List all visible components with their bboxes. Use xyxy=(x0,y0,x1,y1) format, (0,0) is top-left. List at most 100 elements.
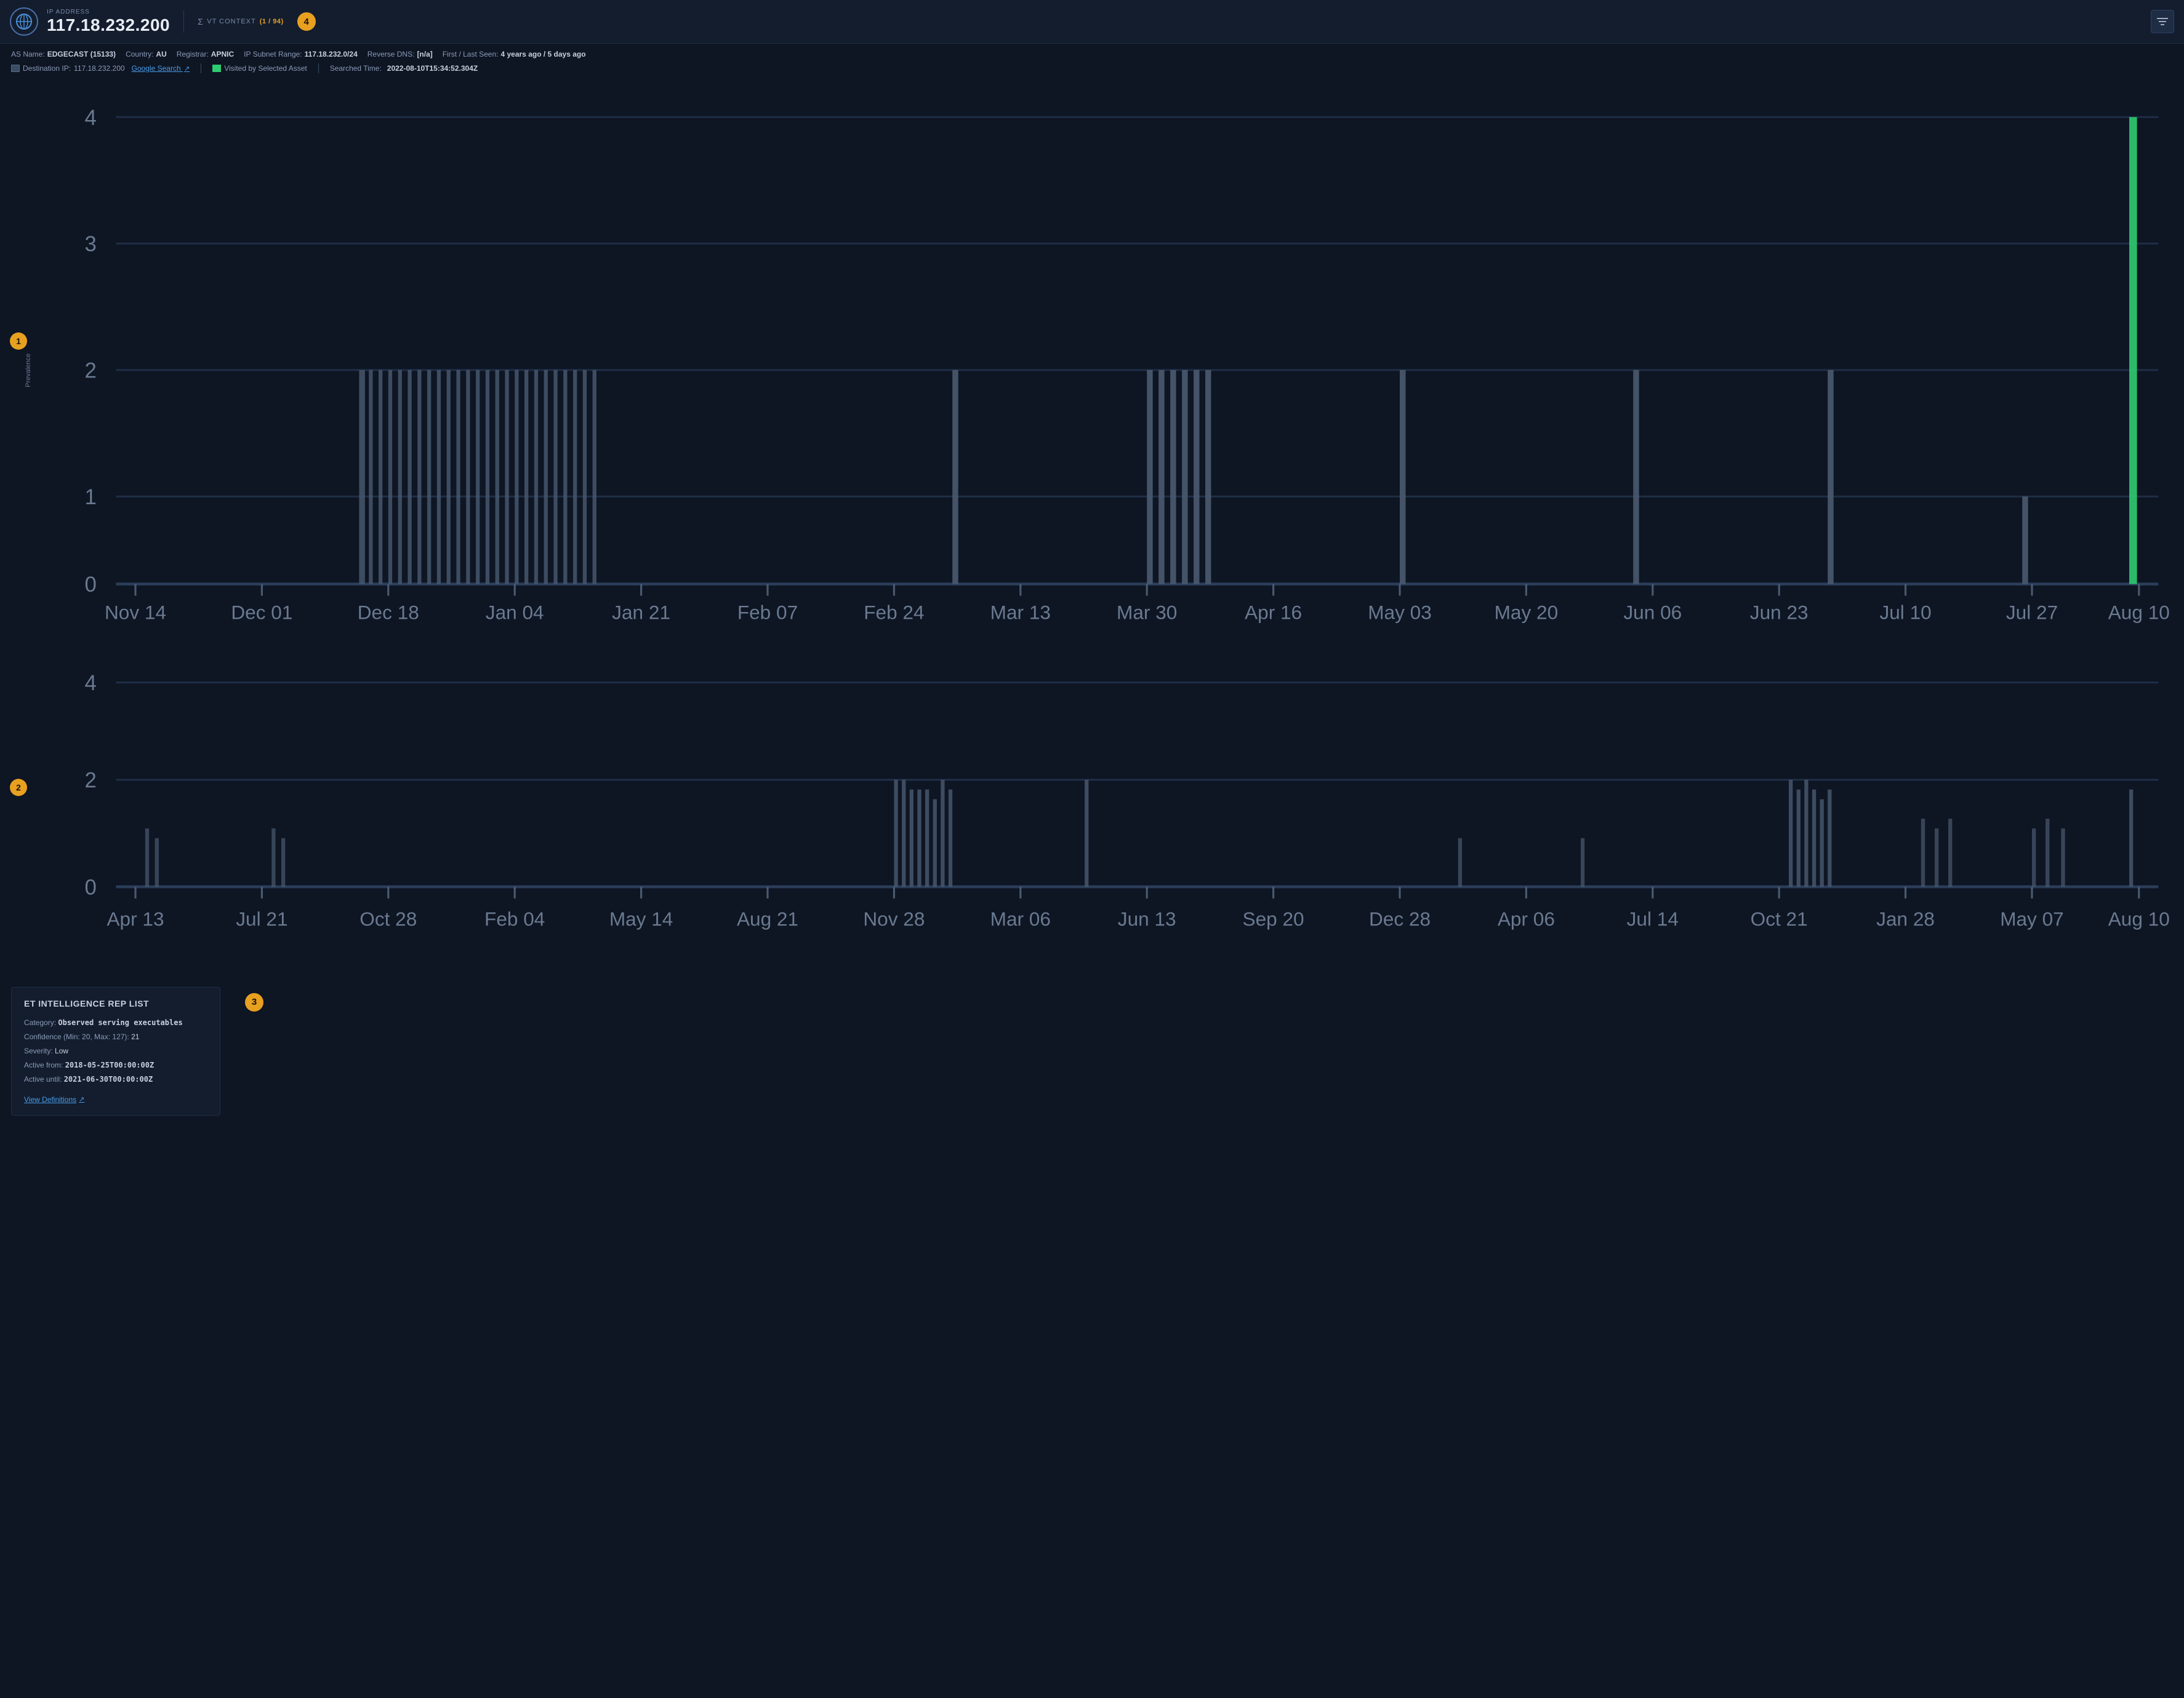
svg-text:Jun 13: Jun 13 xyxy=(1118,908,1176,930)
registrar-label: Registrar: xyxy=(177,50,209,58)
visited-legend: Visited by Selected Asset xyxy=(212,64,307,73)
as-name-label: AS Name: xyxy=(11,50,45,58)
dest-ip-legend: Destination IP: 117.18.232.200 Google Se… xyxy=(11,64,190,73)
visited-box xyxy=(212,65,221,72)
searched-label: Searched Time: xyxy=(330,64,382,73)
svg-text:1: 1 xyxy=(84,486,96,509)
svg-text:Jan 28: Jan 28 xyxy=(1876,908,1935,930)
svg-text:Jun 06: Jun 06 xyxy=(1623,601,1682,623)
country-value: AU xyxy=(156,50,166,58)
svg-text:0: 0 xyxy=(84,876,96,899)
dest-ip-legend-label: Destination IP: xyxy=(23,64,71,73)
svg-text:2: 2 xyxy=(84,360,96,383)
seen-value: 4 years ago / 5 days ago xyxy=(500,50,585,58)
searched-time-legend: Searched Time: 2022-08-10T15:34:52.304Z xyxy=(330,64,478,73)
intel-active-until: Active until: 2021-06-30T00:00:00Z xyxy=(24,1074,207,1085)
svg-text:Feb 24: Feb 24 xyxy=(864,601,924,623)
chart2-svg: 4 2 0 xyxy=(38,663,2178,975)
header-text: IP ADDRESS 117.18.232.200 xyxy=(47,9,170,35)
badge-1[interactable]: 1 xyxy=(10,332,27,350)
sigma-icon: Σ xyxy=(198,17,203,26)
svg-text:May 14: May 14 xyxy=(609,908,673,930)
header-divider xyxy=(183,10,184,33)
svg-text:Apr 06: Apr 06 xyxy=(1498,908,1555,930)
svg-text:Jan 21: Jan 21 xyxy=(612,601,670,623)
svg-text:Mar 06: Mar 06 xyxy=(990,908,1051,930)
badge-4[interactable]: 4 xyxy=(297,12,316,31)
intel-card: ET INTELLIGENCE REP LIST Category: Obser… xyxy=(11,987,220,1116)
legend-row: Destination IP: 117.18.232.200 Google Se… xyxy=(0,62,2184,78)
svg-text:Jul 10: Jul 10 xyxy=(1879,601,1931,623)
chart2-area: 2 P 4 2 0 xyxy=(18,663,2184,975)
searched-value: 2022-08-10T15:34:52.304Z xyxy=(387,64,478,73)
as-name-value: EDGECAST (15133) xyxy=(47,50,116,58)
svg-text:Sep 20: Sep 20 xyxy=(1243,908,1304,930)
vt-context[interactable]: Σ VT CONTEXT (1 / 94) xyxy=(198,17,284,26)
intel-category: Category: Observed serving executables xyxy=(24,1017,207,1028)
svg-text:Apr 16: Apr 16 xyxy=(1245,601,1302,623)
view-definitions-link[interactable]: View Definitions ↗ xyxy=(24,1095,84,1104)
svg-text:4: 4 xyxy=(84,672,96,695)
filter-button[interactable] xyxy=(2151,10,2174,33)
intel-title: ET INTELLIGENCE REP LIST xyxy=(24,999,207,1008)
svg-text:May 03: May 03 xyxy=(1368,601,1432,623)
svg-text:Dec 18: Dec 18 xyxy=(358,601,419,623)
subnet-value: 117.18.232.0/24 xyxy=(305,50,358,58)
chart1-container: 4 3 2 1 0 xyxy=(38,78,2178,662)
google-search-link[interactable]: Google Search ↗ xyxy=(132,64,190,73)
country-label: Country: xyxy=(126,50,153,58)
ip-icon xyxy=(10,7,38,36)
svg-text:Dec 01: Dec 01 xyxy=(231,601,292,623)
chart1-area: 1 Prevalence 4 3 2 1 0 xyxy=(18,78,2184,662)
seen-label: First / Last Seen: xyxy=(443,50,499,58)
chart2-container: 4 2 0 xyxy=(38,663,2178,975)
svg-text:Oct 28: Oct 28 xyxy=(359,908,417,930)
chart1-svg: 4 3 2 1 0 xyxy=(38,78,2178,662)
svg-text:Oct 21: Oct 21 xyxy=(1751,908,1808,930)
svg-text:Jun 23: Jun 23 xyxy=(1750,601,1809,623)
svg-text:0: 0 xyxy=(84,573,96,597)
rdns-value: [n/a] xyxy=(417,50,432,58)
dest-ip-link[interactable]: 117.18.232.200 xyxy=(74,64,125,73)
registrar-value: APNIC xyxy=(211,50,234,58)
svg-text:Jul 21: Jul 21 xyxy=(236,908,287,930)
svg-text:Jul 14: Jul 14 xyxy=(1627,908,1679,930)
ip-label: IP ADDRESS xyxy=(47,9,170,15)
vt-label: VT CONTEXT xyxy=(207,18,255,25)
bottom-section: ET INTELLIGENCE REP LIST Category: Obser… xyxy=(0,975,2184,1128)
svg-text:Aug 10: Aug 10 xyxy=(2108,908,2170,930)
svg-text:May 20: May 20 xyxy=(1495,601,1559,623)
intel-severity: Severity: Low xyxy=(24,1045,207,1056)
rdns-label: Reverse DNS: xyxy=(367,50,415,58)
external-link-icon: ↗ xyxy=(79,1095,84,1103)
subnet-label: IP Subnet Range: xyxy=(244,50,302,58)
badge-3[interactable]: 3 xyxy=(245,993,263,1012)
svg-text:Jan 04: Jan 04 xyxy=(486,601,544,623)
svg-text:3: 3 xyxy=(84,233,96,256)
svg-text:4: 4 xyxy=(84,107,96,130)
svg-text:Apr 13: Apr 13 xyxy=(106,908,164,930)
chart1-wrapper: 1 Prevalence 4 3 2 1 0 xyxy=(25,78,2178,662)
chart2-wrapper: 2 P 4 2 0 xyxy=(25,663,2178,975)
y-axis-label-1: Prevalence xyxy=(25,78,36,662)
visited-label: Visited by Selected Asset xyxy=(224,64,307,73)
svg-text:Nov 28: Nov 28 xyxy=(863,908,925,930)
ip-address: 117.18.232.200 xyxy=(47,15,170,35)
dest-ip-box xyxy=(11,65,20,72)
svg-text:May 07: May 07 xyxy=(2000,908,2064,930)
intel-active-from: Active from: 2018-05-25T00:00:00Z xyxy=(24,1060,207,1071)
svg-text:Jul 27: Jul 27 xyxy=(2006,601,2058,623)
badge-2[interactable]: 2 xyxy=(10,779,27,796)
intel-confidence: Confidence (Min: 20, Max: 127): 21 xyxy=(24,1031,207,1042)
svg-text:Feb 07: Feb 07 xyxy=(737,601,798,623)
svg-text:Dec 28: Dec 28 xyxy=(1369,908,1431,930)
svg-text:Feb 04: Feb 04 xyxy=(484,908,545,930)
svg-text:Mar 13: Mar 13 xyxy=(990,601,1051,623)
svg-text:2: 2 xyxy=(84,769,96,792)
vt-count: (1 / 94) xyxy=(260,18,284,25)
svg-text:Aug 10: Aug 10 xyxy=(2108,601,2170,623)
svg-text:Aug 21: Aug 21 xyxy=(737,908,798,930)
meta-row: AS Name: EDGECAST (15133) Country: AU Re… xyxy=(0,44,2184,62)
svg-text:Nov 14: Nov 14 xyxy=(105,601,166,623)
header: IP ADDRESS 117.18.232.200 Σ VT CONTEXT (… xyxy=(0,0,2184,44)
